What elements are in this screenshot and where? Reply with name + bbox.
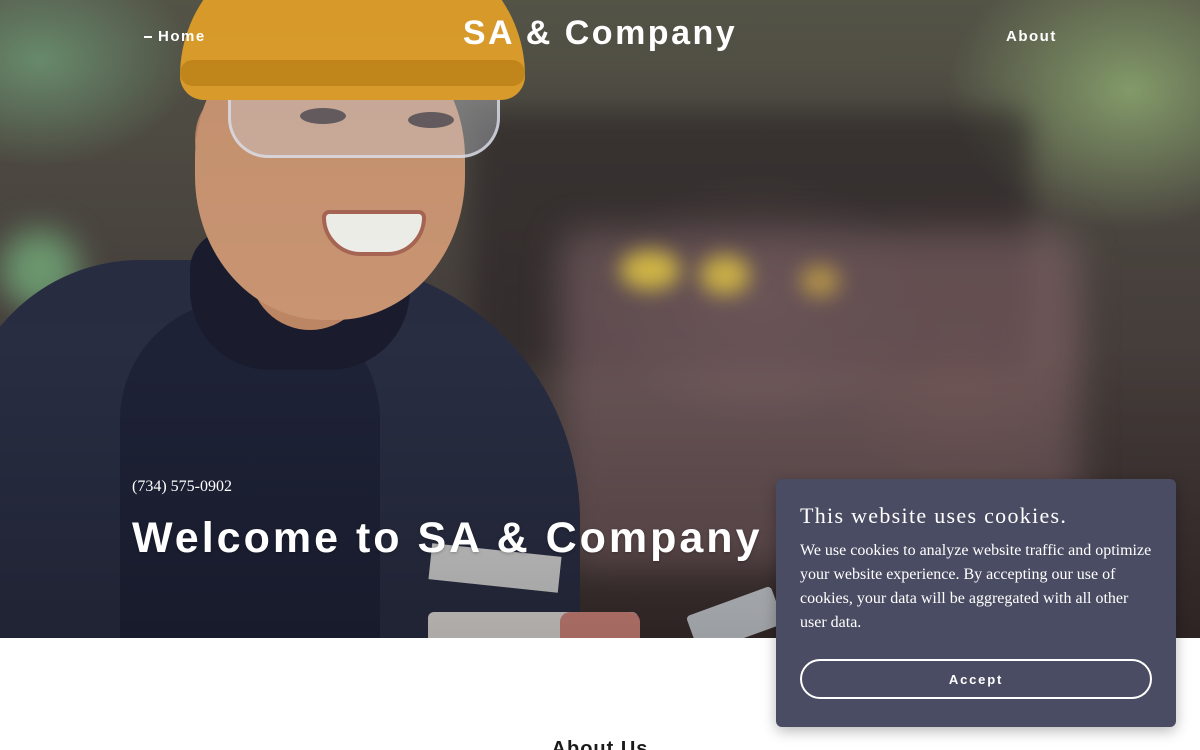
phone-link[interactable]: (734) 575-0902 <box>132 478 232 496</box>
site-brand[interactable]: SA & Company <box>400 14 800 53</box>
accept-cookies-button[interactable]: Accept <box>800 659 1152 699</box>
nav-home-link[interactable]: Home <box>144 28 206 45</box>
cookie-banner-text: We use cookies to analyze website traffi… <box>800 542 1152 631</box>
nav-home-label: Home <box>158 28 206 45</box>
about-heading: About Us <box>551 738 649 750</box>
nav-about-link[interactable]: About <box>1006 28 1057 45</box>
hero-title: Welcome to SA & Company <box>132 514 763 562</box>
cookie-banner: This website uses cookies. We use cookie… <box>776 479 1176 727</box>
active-indicator-icon <box>144 35 152 38</box>
cookie-banner-title: This website uses cookies. <box>800 503 1068 528</box>
